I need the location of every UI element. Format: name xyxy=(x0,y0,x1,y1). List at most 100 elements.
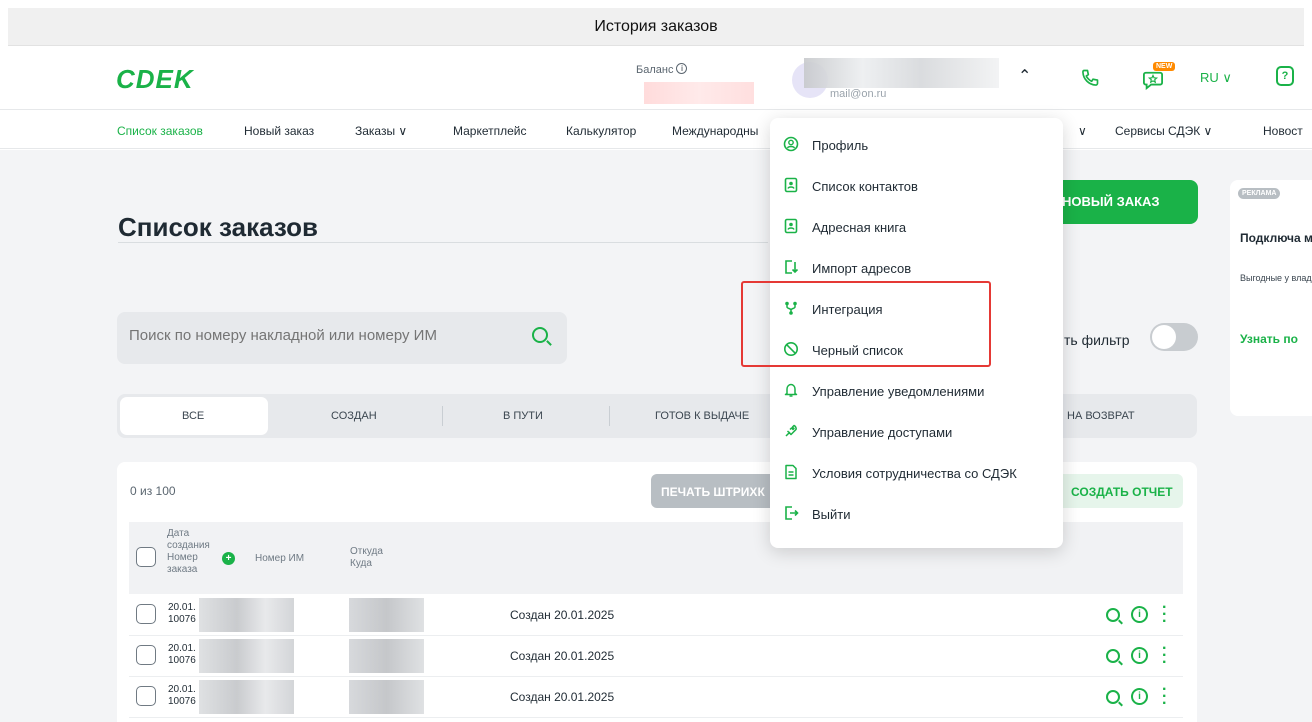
caption-bar: История заказов xyxy=(8,8,1304,46)
tab-in-transit[interactable]: В ПУТИ xyxy=(503,410,543,422)
menu-item-logout[interactable]: Выйти xyxy=(770,494,1063,534)
nav-item-dropdown[interactable]: ∨ xyxy=(1078,124,1087,138)
menu-item-terms[interactable]: Условия сотрудничества со СДЭК xyxy=(770,453,1063,493)
nav-item-marketplace[interactable]: Маркетплейс xyxy=(453,124,527,138)
search-icon[interactable] xyxy=(532,327,548,343)
balance-label: Баланс xyxy=(636,64,674,76)
contacts-icon xyxy=(783,177,799,193)
orders-count: 0 из 100 xyxy=(130,484,176,498)
row-checkbox[interactable] xyxy=(136,686,156,706)
new-order-button[interactable]: НОВЫЙ ЗАКАЗ xyxy=(1046,180,1198,224)
table-row[interactable]: 20.01. 10076 Создан 20.01.2025 i · · · xyxy=(129,596,1183,636)
redacted-cell xyxy=(349,680,424,714)
filter-toggle[interactable] xyxy=(1150,323,1198,351)
ad-text: Выгодные у владельцев на все серви xyxy=(1240,273,1312,283)
info-icon[interactable]: i xyxy=(1131,688,1148,705)
top-header: CDEK Баланс i mail@on.ru ⌃ NEW RU ∨ ? xyxy=(0,50,1312,110)
redacted-cell xyxy=(199,680,294,714)
bell-icon xyxy=(783,382,799,398)
cdek-logo[interactable]: CDEK xyxy=(116,64,194,95)
nav-item-orders-list[interactable]: Список заказов xyxy=(117,124,203,138)
create-report-button[interactable]: СОЗДАТЬ ОТЧЕТ xyxy=(1057,474,1183,508)
nav-item-international[interactable]: Международны xyxy=(672,124,758,138)
user-email: mail@on.ru xyxy=(830,88,887,100)
menu-item-notifications[interactable]: Управление уведомлениями xyxy=(770,371,1063,411)
highlight-box xyxy=(741,281,991,367)
ad-title: Подключа магазин к xyxy=(1240,231,1312,245)
nav-item-news[interactable]: Новост xyxy=(1263,124,1303,138)
redacted-cell xyxy=(199,639,294,673)
ad-link[interactable]: Узнать по xyxy=(1240,332,1298,346)
row-date: 20.01. xyxy=(168,643,196,654)
row-date-number: 20.01. 10076 xyxy=(168,602,196,626)
menu-item-contacts[interactable]: Список контактов xyxy=(770,166,1063,206)
document-icon xyxy=(783,464,799,480)
menu-item-label: Управление уведомлениями xyxy=(812,384,985,399)
more-vertical-icon[interactable]: · · · xyxy=(1162,600,1167,630)
nav-item-orders[interactable]: Заказы ∨ xyxy=(355,124,407,138)
menu-item-label: Условия сотрудничества со СДЭК xyxy=(812,466,1017,481)
main-nav: Список заказов Новый заказ Заказы ∨ Марк… xyxy=(0,111,1312,149)
print-button-label: ПЕЧАТЬ ШТРИХК xyxy=(661,485,765,499)
tab-ready[interactable]: ГОТОВ К ВЫДАЧЕ xyxy=(655,410,749,422)
select-all-checkbox[interactable] xyxy=(136,547,156,567)
search-icon[interactable] xyxy=(1106,608,1120,622)
table-row[interactable]: 20.01. 10076 Создан 20.01.2025 i · · · xyxy=(129,637,1183,677)
row-number: 10076 xyxy=(168,655,196,666)
menu-item-label: Список контактов xyxy=(812,179,918,194)
new-badge: NEW xyxy=(1153,62,1176,71)
user-menu-trigger[interactable]: mail@on.ru xyxy=(792,58,1002,102)
chat-star-icon[interactable] xyxy=(1142,70,1164,95)
row-date-number: 20.01. 10076 xyxy=(168,643,196,667)
row-date-number: 20.01. 10076 xyxy=(168,684,196,708)
tab-return[interactable]: НА ВОЗВРАТ xyxy=(1067,410,1135,422)
row-checkbox[interactable] xyxy=(136,604,156,624)
user-name-redacted xyxy=(804,58,999,88)
redacted-cell xyxy=(349,598,424,632)
search-icon[interactable] xyxy=(1106,690,1120,704)
menu-item-label: Выйти xyxy=(812,507,851,522)
help-icon[interactable]: ? xyxy=(1276,66,1294,86)
column-header-shop-number[interactable]: Номер ИМ xyxy=(255,553,304,565)
search-input[interactable] xyxy=(129,327,509,344)
balance-value-redacted xyxy=(644,82,754,104)
user-circle-icon xyxy=(783,136,799,152)
logout-icon xyxy=(783,505,799,521)
nav-item-calculator[interactable]: Калькулятор xyxy=(566,124,636,138)
info-icon[interactable]: i xyxy=(1131,606,1148,623)
tab-created[interactable]: СОЗДАН xyxy=(331,410,377,422)
chevron-up-icon[interactable]: ⌃ xyxy=(1018,66,1031,86)
more-vertical-icon[interactable]: · · · xyxy=(1162,682,1167,712)
new-order-button-label: НОВЫЙ ЗАКАЗ xyxy=(1062,194,1160,209)
divider xyxy=(118,242,768,243)
toggle-knob xyxy=(1152,325,1176,349)
table-row[interactable]: 20.01. 10076 Создан 20.01.2025 i · · · xyxy=(129,678,1183,718)
row-checkbox[interactable] xyxy=(136,645,156,665)
import-icon xyxy=(783,259,799,275)
menu-item-label: Управление доступами xyxy=(812,425,953,440)
nav-item-new-order[interactable]: Новый заказ xyxy=(244,124,314,138)
row-date: 20.01. xyxy=(168,684,196,695)
column-header-from-to[interactable]: Откуда Куда xyxy=(350,546,400,570)
add-column-icon[interactable]: + xyxy=(222,552,235,565)
menu-item-profile[interactable]: Профиль xyxy=(770,125,1063,165)
info-icon[interactable]: i xyxy=(676,63,688,75)
phone-icon[interactable] xyxy=(1080,68,1100,93)
address-book-icon xyxy=(783,218,799,234)
menu-item-access[interactable]: Управление доступами xyxy=(770,412,1063,452)
menu-item-address-book[interactable]: Адресная книга xyxy=(770,207,1063,247)
language-select[interactable]: RU ∨ xyxy=(1200,70,1232,86)
search-box xyxy=(117,312,567,364)
filter-label: ть фильтр xyxy=(1064,332,1130,348)
tab-separator xyxy=(442,406,443,426)
menu-item-label: Профиль xyxy=(812,138,869,153)
more-vertical-icon[interactable]: · · · xyxy=(1162,641,1167,671)
tab-all[interactable]: ВСЕ xyxy=(182,410,204,422)
ad-card[interactable]: РЕКЛАМА Подключа магазин к Выгодные у вл… xyxy=(1230,180,1312,416)
row-status: Создан 20.01.2025 xyxy=(510,649,615,663)
nav-item-cdek-services[interactable]: Сервисы СДЭК ∨ xyxy=(1115,124,1212,138)
info-icon[interactable]: i xyxy=(1131,647,1148,664)
column-header-date-number[interactable]: Дата создания Номер заказа xyxy=(167,528,227,576)
redacted-cell xyxy=(349,639,424,673)
search-icon[interactable] xyxy=(1106,649,1120,663)
